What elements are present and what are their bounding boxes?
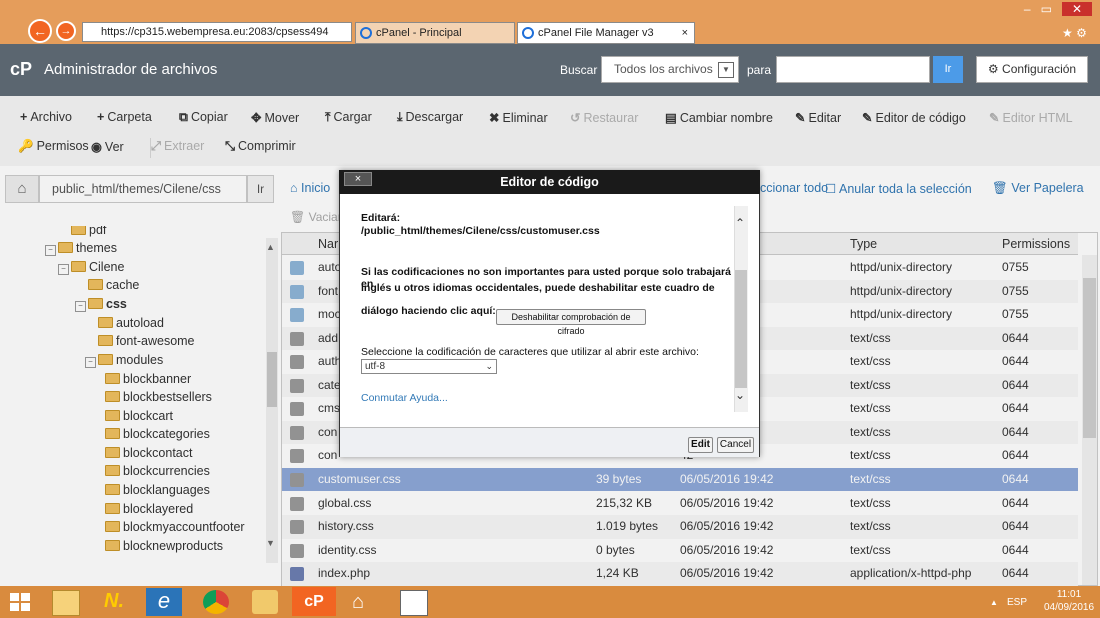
toolbar-icon: ↺ — [570, 111, 581, 125]
chevron-down-icon: ▼ — [718, 62, 734, 78]
search-scope-select[interactable]: Todos los archivos ▼ — [601, 56, 739, 83]
toolbar-button-editar[interactable]: ✎ Editar — [795, 110, 841, 125]
page-title: Administrador de archivos — [44, 61, 218, 78]
language-indicator[interactable]: ESP — [1007, 597, 1027, 608]
settings-button[interactable]: ⚙ Configuración — [976, 56, 1088, 83]
chevron-down-icon: ⌄ — [485, 361, 493, 371]
toolbar-icon: + — [97, 110, 105, 124]
encoding-select[interactable]: utf-8 ⌄ — [361, 359, 497, 374]
toolbar-icon: ⧉ — [179, 110, 188, 124]
toolbar-button-extraer[interactable]: ⤢ Extraer — [151, 139, 204, 154]
internet-explorer-icon[interactable]: e — [146, 588, 182, 616]
info-text-line-2: inglés u otros idiomas occidentales, pue… — [361, 282, 715, 294]
toggle-help-link[interactable]: Conmutar Ayuda... — [361, 392, 448, 404]
toolbar-button-carpeta[interactable]: + Carpeta — [97, 110, 152, 124]
toolbar-icon: ◉ — [91, 140, 102, 154]
toolbar-button-cambiar-nombre[interactable]: ▤ Cambiar nombre — [665, 110, 773, 125]
toolbar-icon: ✖ — [489, 111, 500, 125]
close-window-icon[interactable]: ✕ — [1061, 2, 1092, 16]
toolbar-icon: ✥ — [251, 111, 262, 125]
toolbar-icon: ✎ — [795, 111, 806, 125]
editing-label: Editará: — [361, 212, 401, 224]
address-text: https://cp315.webempresa.eu:2083/cpsess4… — [101, 26, 329, 38]
forward-button[interactable]: → — [56, 21, 76, 41]
back-button[interactable]: ← — [28, 19, 52, 43]
maximize-icon[interactable]: ▭ — [1041, 2, 1052, 16]
favorites-icon[interactable]: ★ ⚙ — [1062, 26, 1087, 40]
para-label: para — [747, 63, 772, 77]
chrome-icon[interactable] — [203, 590, 229, 614]
toolbar-icon: ✎ — [989, 111, 1000, 125]
tab-close-icon[interactable]: × — [682, 23, 688, 43]
app-taskbar-icon[interactable] — [400, 590, 428, 616]
chevron-down-icon[interactable]: ⌄ — [735, 388, 745, 402]
dialog-scroll-thumb[interactable] — [735, 270, 747, 388]
dialog-close-button[interactable]: × — [344, 172, 372, 186]
home-taskbar-icon[interactable]: ⌂ — [352, 590, 378, 614]
gear-icon: ⚙ — [987, 62, 999, 76]
edit-button[interactable]: Edit — [688, 437, 713, 453]
toolbar-button-editor-de-c-digo[interactable]: ✎ Editor de código — [862, 110, 966, 125]
windows-start-icon[interactable] — [10, 593, 30, 611]
cpanel-logo: cP — [10, 59, 33, 79]
toolbar-icon: ⤓ — [397, 110, 403, 124]
toolbar-divider — [150, 138, 151, 158]
dialog-content: Editará: /public_html/themes/Cilene/css/… — [340, 194, 734, 427]
toolbar-button-eliminar[interactable]: ✖ Eliminar — [489, 110, 548, 125]
clock[interactable]: 11:01 04/09/2016 — [1044, 588, 1094, 614]
toolbar-button-restaurar[interactable]: ↺ Restaurar — [570, 110, 638, 125]
toolbar-button-comprimir[interactable]: ⤡ Comprimir — [225, 139, 296, 154]
file-explorer-icon[interactable] — [52, 590, 80, 616]
toolbar-button-permisos[interactable]: 🔑 Permisos — [18, 139, 89, 154]
editing-path: /public_html/themes/Cilene/css/customuse… — [361, 225, 600, 237]
toolbar-button-ver[interactable]: ◉ Ver — [91, 139, 124, 154]
toolbar-button-editor-html[interactable]: ✎ Editor HTML — [989, 110, 1073, 125]
toolbar-icon: ⤢ — [151, 139, 162, 153]
info-text-line-3: diálogo haciendo clic aquí: — [361, 305, 496, 317]
dialog-title: Editor de código — [339, 170, 760, 194]
netbeans-icon[interactable]: N. — [104, 590, 130, 614]
search-input[interactable] — [776, 56, 930, 83]
tab-file-manager[interactable]: cPanel File Manager v3 × — [517, 22, 695, 44]
toolbar — [0, 96, 1100, 166]
window-controls[interactable]: – ▭ ✕ — [1024, 2, 1092, 16]
toolbar-button-descargar[interactable]: ⤓ Descargar — [397, 110, 463, 125]
toolbar-icon: ⤡ — [225, 139, 236, 153]
tab-cpanel-principal[interactable]: cPanel - Principal — [355, 22, 515, 44]
toolbar-button-copiar[interactable]: ⧉ Copiar — [179, 110, 228, 125]
ie-tab-icon — [522, 27, 534, 39]
encoding-label: Seleccione la codificación de caracteres… — [361, 346, 699, 358]
search-go-button[interactable]: Ir — [933, 56, 963, 83]
toolbar-icon: 🔑 — [18, 139, 34, 153]
toolbar-button-mover[interactable]: ✥ Mover — [251, 110, 299, 125]
search-label: Buscar — [560, 63, 598, 77]
toolbar-icon: + — [20, 110, 28, 124]
toolbar-icon: ⤒ — [325, 110, 331, 124]
toolbar-icon: ▤ — [665, 111, 677, 125]
chevron-up-icon[interactable]: ▲ — [990, 598, 998, 607]
cancel-button[interactable]: Cancel — [717, 437, 754, 453]
ie-tab-icon — [360, 27, 372, 39]
toolbar-button-archivo[interactable]: + Archivo — [20, 110, 72, 124]
toolbar-icon: ✎ — [862, 111, 873, 125]
address-bar[interactable]: https://cp315.webempresa.eu:2083/cpsess4… — [82, 22, 352, 42]
disable-encoding-check-button[interactable]: Deshabilitar comprobación de cifrado — [496, 309, 646, 336]
mail-icon[interactable] — [252, 590, 278, 614]
minimize-icon[interactable]: – — [1024, 2, 1031, 16]
chevron-up-icon[interactable]: ⌃ — [735, 216, 745, 230]
toolbar-button-cargar[interactable]: ⤒ Cargar — [325, 110, 372, 125]
cpanel-taskbar-icon[interactable]: cP — [292, 587, 336, 616]
